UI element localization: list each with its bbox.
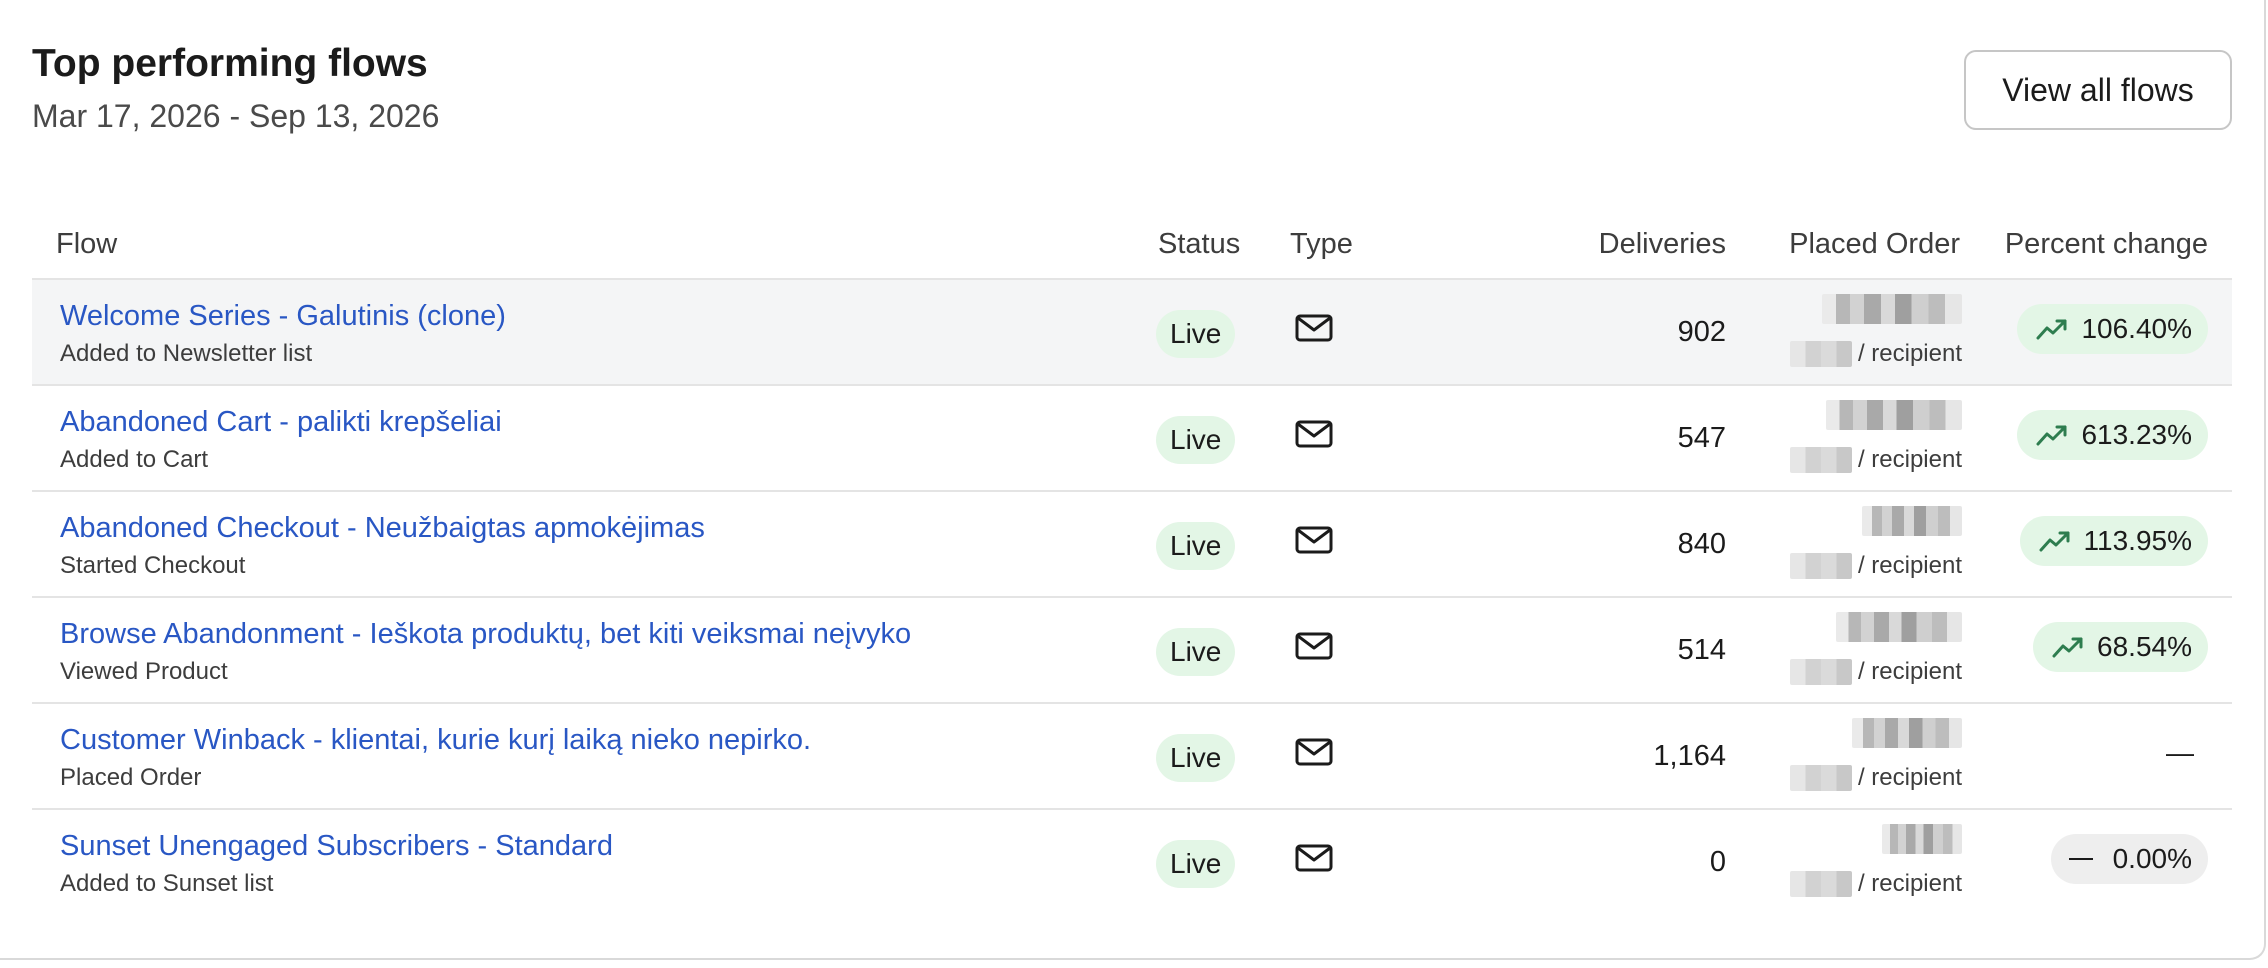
envelope-icon bbox=[1295, 632, 1333, 660]
flow-trigger: Placed Order bbox=[60, 764, 202, 791]
status-badge: Live bbox=[1156, 522, 1236, 570]
flow-name-link[interactable]: Customer Winback - klientai, kurie kurį … bbox=[60, 724, 811, 757]
table-row[interactable]: Customer Winback - klientai, kurie kurį … bbox=[32, 704, 2232, 810]
status-label: Live bbox=[1170, 318, 1222, 349]
date-range: Mar 17, 2026 - Sep 13, 2026 bbox=[32, 98, 440, 134]
percent-change-value: 113.95% bbox=[2083, 525, 2192, 556]
deliveries-value: 514 bbox=[1677, 634, 1726, 666]
top-flows-card: Top performing flows Mar 17, 2026 - Sep … bbox=[0, 0, 2266, 960]
flow-trigger: Added to Cart bbox=[60, 446, 209, 473]
deliveries-value: 547 bbox=[1677, 422, 1726, 454]
flow-trigger: Started Checkout bbox=[60, 552, 246, 579]
percent-change-badge: 0.00% bbox=[2050, 834, 2208, 884]
per-recipient-label: / recipient bbox=[1857, 870, 1962, 897]
envelope-icon bbox=[1295, 738, 1333, 766]
column-header-type: Type bbox=[1290, 228, 1353, 260]
flow-name-link[interactable]: Welcome Series - Galutinis (clone) bbox=[60, 300, 506, 333]
deliveries-value: 840 bbox=[1677, 528, 1726, 560]
column-header-placed-order: Placed Order bbox=[1789, 228, 1960, 260]
table-header: Flow Status Type Deliveries Placed Order… bbox=[32, 210, 2232, 280]
flow-trigger: Viewed Product bbox=[60, 658, 228, 685]
placed-order-value-redacted bbox=[1826, 400, 1962, 430]
percent-change-badge: 68.54% bbox=[2033, 622, 2208, 672]
percent-change-value: 106.40% bbox=[2081, 313, 2192, 344]
deliveries-value: 0 bbox=[1709, 846, 1726, 878]
status-badge: Live bbox=[1156, 840, 1236, 888]
trending-up-icon bbox=[2052, 637, 2083, 658]
table-row[interactable]: Abandoned Cart - palikti krepšeliai Adde… bbox=[32, 386, 2232, 492]
status-badge: Live bbox=[1156, 628, 1236, 676]
status-badge: Live bbox=[1156, 416, 1236, 464]
status-label: Live bbox=[1170, 742, 1222, 773]
percent-change-badge: 613.23% bbox=[2017, 410, 2208, 460]
table-row[interactable]: Abandoned Checkout - Neužbaigtas apmokėj… bbox=[32, 492, 2232, 598]
per-recipient-value-redacted bbox=[1789, 553, 1852, 579]
per-recipient-label: / recipient bbox=[1857, 764, 1962, 791]
placed-order-value-redacted bbox=[1836, 612, 1962, 642]
placed-order-value-redacted bbox=[1862, 506, 1962, 536]
status-badge: Live bbox=[1156, 310, 1236, 358]
per-recipient-value-redacted bbox=[1789, 871, 1852, 897]
column-header-percent-change: Percent change bbox=[2004, 228, 2208, 260]
deliveries-value: 1,164 bbox=[1653, 740, 1726, 772]
envelope-icon bbox=[1295, 420, 1333, 448]
placed-order-per-recipient: / recipient bbox=[1789, 446, 1962, 474]
column-header-flow: Flow bbox=[56, 228, 118, 260]
envelope-icon bbox=[1295, 526, 1333, 554]
flow-name-link[interactable]: Sunset Unengaged Subscribers - Standard bbox=[60, 830, 613, 863]
trending-up-icon bbox=[2036, 319, 2067, 340]
placed-order-value-redacted bbox=[1822, 294, 1962, 324]
flows-table: Flow Status Type Deliveries Placed Order… bbox=[32, 210, 2232, 914]
placed-order-per-recipient: / recipient bbox=[1789, 658, 1962, 686]
status-label: Live bbox=[1170, 848, 1222, 879]
per-recipient-value-redacted bbox=[1789, 765, 1852, 791]
view-all-flows-button[interactable]: View all flows bbox=[1964, 50, 2232, 130]
trending-up-icon bbox=[2036, 425, 2067, 446]
flow-name-link[interactable]: Abandoned Checkout - Neužbaigtas apmokėj… bbox=[60, 512, 705, 545]
column-header-deliveries: Deliveries bbox=[1598, 228, 1726, 260]
per-recipient-value-redacted bbox=[1789, 447, 1852, 473]
status-label: Live bbox=[1170, 636, 1222, 667]
placed-order-per-recipient: / recipient bbox=[1789, 552, 1962, 580]
placed-order-per-recipient: / recipient bbox=[1789, 870, 1962, 898]
percent-change-badge: — bbox=[2148, 728, 2210, 778]
percent-change-badge: 113.95% bbox=[2019, 516, 2208, 566]
placed-order-value-redacted bbox=[1852, 718, 1962, 748]
status-label: Live bbox=[1170, 424, 1222, 455]
status-badge: Live bbox=[1156, 734, 1236, 782]
per-recipient-label: / recipient bbox=[1857, 658, 1962, 685]
card-title: Top performing flows bbox=[32, 42, 428, 85]
percent-change-value: 613.23% bbox=[2081, 419, 2192, 450]
table-body: Welcome Series - Galutinis (clone) Added… bbox=[32, 280, 2232, 914]
envelope-icon bbox=[1295, 314, 1333, 342]
percent-change-value: — bbox=[2166, 737, 2194, 768]
status-label: Live bbox=[1170, 530, 1222, 561]
percent-change-badge: 106.40% bbox=[2017, 304, 2208, 354]
envelope-icon bbox=[1295, 844, 1333, 872]
placed-order-per-recipient: / recipient bbox=[1789, 340, 1962, 368]
table-row[interactable]: Welcome Series - Galutinis (clone) Added… bbox=[32, 280, 2232, 386]
per-recipient-value-redacted bbox=[1789, 341, 1852, 367]
placed-order-value-redacted bbox=[1882, 824, 1962, 854]
flow-name-link[interactable]: Browse Abandonment - Ieškota produktų, b… bbox=[60, 618, 911, 651]
dash-icon bbox=[2068, 858, 2093, 860]
percent-change-value: 0.00% bbox=[2112, 843, 2192, 874]
per-recipient-label: / recipient bbox=[1857, 552, 1962, 579]
per-recipient-label: / recipient bbox=[1857, 446, 1962, 473]
flow-name-link[interactable]: Abandoned Cart - palikti krepšeliai bbox=[60, 406, 502, 439]
deliveries-value: 902 bbox=[1677, 316, 1726, 348]
flow-trigger: Added to Newsletter list bbox=[60, 340, 313, 367]
table-row[interactable]: Browse Abandonment - Ieškota produktų, b… bbox=[32, 598, 2232, 704]
table-row[interactable]: Sunset Unengaged Subscribers - Standard … bbox=[32, 810, 2232, 914]
placed-order-per-recipient: / recipient bbox=[1789, 764, 1962, 792]
per-recipient-value-redacted bbox=[1789, 659, 1852, 685]
trending-up-icon bbox=[2039, 531, 2070, 552]
column-header-status: Status bbox=[1158, 228, 1241, 260]
flow-trigger: Added to Sunset list bbox=[60, 870, 274, 897]
per-recipient-label: / recipient bbox=[1857, 340, 1962, 367]
percent-change-value: 68.54% bbox=[2097, 631, 2192, 662]
